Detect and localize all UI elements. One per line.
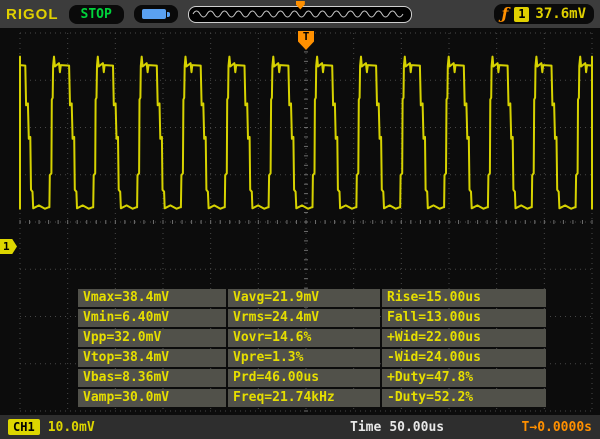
trigger-level-readout: 37.6mV — [535, 6, 586, 22]
measurement-pduty: +Duty=47.8% — [382, 369, 546, 387]
battery-icon — [133, 5, 178, 23]
measurement-vtop: Vtop=38.4mV — [78, 349, 226, 367]
measurement-vovr: Vovr=14.6% — [228, 329, 380, 347]
memory-waveform-icon — [192, 10, 404, 17]
trigger-source-badge: 1 — [514, 6, 530, 22]
measurement-vavg: Vavg=21.9mV — [228, 289, 380, 307]
measurement-fall: Fall=13.00us — [382, 309, 546, 327]
run-status-badge: STOP — [68, 4, 124, 24]
battery-tip-icon — [166, 11, 170, 17]
trigger-edge-icon: ƒ — [501, 4, 509, 23]
measurements-panel: Vmax=38.4mV Vavg=21.9mV Rise=15.00us Vmi… — [78, 289, 546, 407]
timebase-readout: Time 50.00us — [350, 420, 444, 435]
top-status-bar: RIGOL STOP ƒ 1 37.6mV — [0, 0, 600, 28]
measurement-prd: Prd=46.00us — [228, 369, 380, 387]
measurement-freq: Freq=21.74kHz — [228, 389, 380, 407]
measurement-vmin: Vmin=6.40mV — [78, 309, 226, 327]
timebase-value: 50.00us — [389, 419, 445, 435]
oscilloscope-screen: RIGOL STOP ƒ 1 37.6mV T 1 Vmax=38.4mV Va… — [0, 0, 600, 439]
channel1-scale-readout: 10.0mV — [47, 419, 95, 435]
measurement-nwid: -Wid=24.00us — [382, 349, 546, 367]
battery-body-icon — [141, 9, 166, 19]
channel1-badge: CH1 — [8, 419, 40, 435]
measurement-pwid: +Wid=22.00us — [382, 329, 546, 347]
measurement-rise: Rise=15.00us — [382, 289, 546, 307]
trigger-info-group: ƒ 1 37.6mV — [493, 4, 594, 24]
measurement-nduty: -Duty=52.2% — [382, 389, 546, 407]
measurement-vrms: Vrms=24.4mV — [228, 309, 380, 327]
waveform-display-area: T 1 Vmax=38.4mV Vavg=21.9mV Rise=15.00us… — [0, 28, 600, 415]
measurement-vbas: Vbas=8.36mV — [78, 369, 226, 387]
memory-depth-preview — [187, 0, 412, 23]
bottom-status-bar: CH1 10.0mV Time 50.00us T→0.0000s — [0, 415, 600, 439]
measurement-vpre: Vpre=1.3% — [228, 349, 380, 367]
trigger-offset-readout: T→0.0000s — [521, 419, 592, 435]
measurement-vmax: Vmax=38.4mV — [78, 289, 226, 307]
measurement-vamp: Vamp=30.0mV — [78, 389, 226, 407]
rigol-logo: RIGOL — [6, 5, 59, 23]
measurement-vpp: Vpp=32.0mV — [78, 329, 226, 347]
timebase-label: Time — [350, 419, 382, 435]
